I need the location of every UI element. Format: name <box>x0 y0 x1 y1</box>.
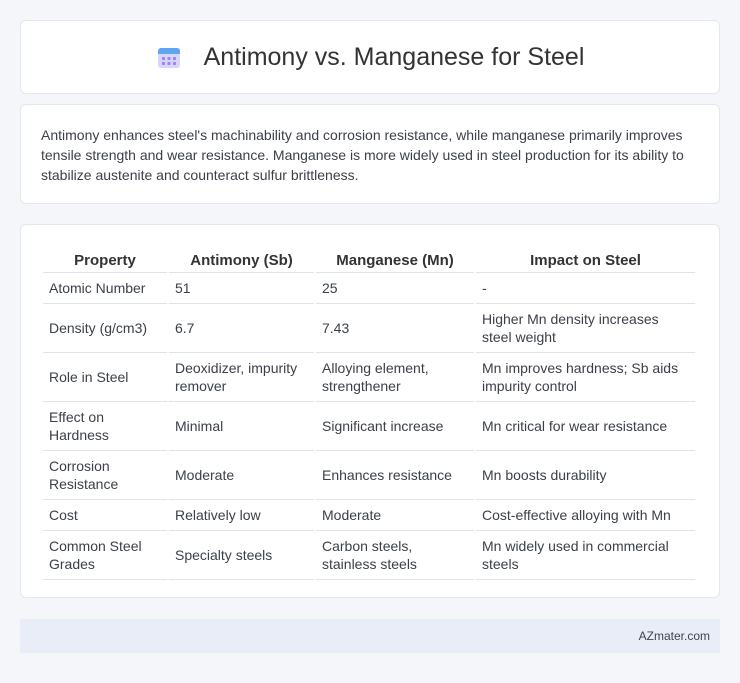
column-header-property: Property <box>43 245 167 273</box>
table-cell: 25 <box>316 273 474 304</box>
column-header-manganese: Manganese (Mn) <box>316 245 474 273</box>
table-cell: Higher Mn density increases steel weight <box>476 304 695 353</box>
table-row: Atomic Number 51 25 - <box>43 273 695 304</box>
table-cell: Atomic Number <box>43 273 167 304</box>
intro-text: Antimony enhances steel's machinability … <box>41 127 684 183</box>
table-row: Corrosion Resistance Moderate Enhances r… <box>43 451 695 500</box>
column-header-impact: Impact on Steel <box>476 245 695 273</box>
table-row: Cost Relatively low Moderate Cost-effect… <box>43 500 695 531</box>
page-title: Antimony vs. Manganese for Steel <box>203 42 585 71</box>
table-cell: Carbon steels, stainless steels <box>316 531 474 580</box>
table-cell: Moderate <box>169 451 314 500</box>
comparison-table: Property Antimony (Sb) Manganese (Mn) Im… <box>41 245 697 580</box>
title-card: Antimony vs. Manganese for Steel <box>20 20 720 94</box>
table-cell: Corrosion Resistance <box>43 451 167 500</box>
table-row: Common Steel Grades Specialty steels Car… <box>43 531 695 580</box>
table-cell: Moderate <box>316 500 474 531</box>
table-cell: Deoxidizer, impurity remover <box>169 353 314 402</box>
table-cell: Mn improves hardness; Sb aids impurity c… <box>476 353 695 402</box>
table-cell: Significant increase <box>316 402 474 451</box>
table-cell: Cost <box>43 500 167 531</box>
table-cell: 51 <box>169 273 314 304</box>
table-cell: Minimal <box>169 402 314 451</box>
footer-bar: AZmater.com <box>20 619 720 653</box>
table-row: Density (g/cm3) 6.7 7.43 Higher Mn densi… <box>43 304 695 353</box>
table-cell: Relatively low <box>169 500 314 531</box>
table-cell: - <box>476 273 695 304</box>
table-cell: 7.43 <box>316 304 474 353</box>
column-header-antimony: Antimony (Sb) <box>169 245 314 273</box>
table-cell: Role in Steel <box>43 353 167 402</box>
table-cell: Effect on Hardness <box>43 402 167 451</box>
calendar-icon <box>156 44 182 70</box>
table-cell: Mn boosts durability <box>476 451 695 500</box>
table-cell: Density (g/cm3) <box>43 304 167 353</box>
table-cell: Mn widely used in commercial steels <box>476 531 695 580</box>
table-cell: Enhances resistance <box>316 451 474 500</box>
footer-brand: AZmater.com <box>638 629 710 643</box>
table-header-row: Property Antimony (Sb) Manganese (Mn) Im… <box>43 245 695 273</box>
table-row: Role in Steel Deoxidizer, impurity remov… <box>43 353 695 402</box>
intro-card: Antimony enhances steel's machinability … <box>20 104 720 204</box>
table-cell: Alloying element, strengthener <box>316 353 474 402</box>
table-row: Effect on Hardness Minimal Significant i… <box>43 402 695 451</box>
table-cell: Common Steel Grades <box>43 531 167 580</box>
table-cell: Cost-effective alloying with Mn <box>476 500 695 531</box>
table-cell: 6.7 <box>169 304 314 353</box>
table-card: Property Antimony (Sb) Manganese (Mn) Im… <box>20 224 720 598</box>
table-cell: Mn critical for wear resistance <box>476 402 695 451</box>
table-cell: Specialty steels <box>169 531 314 580</box>
